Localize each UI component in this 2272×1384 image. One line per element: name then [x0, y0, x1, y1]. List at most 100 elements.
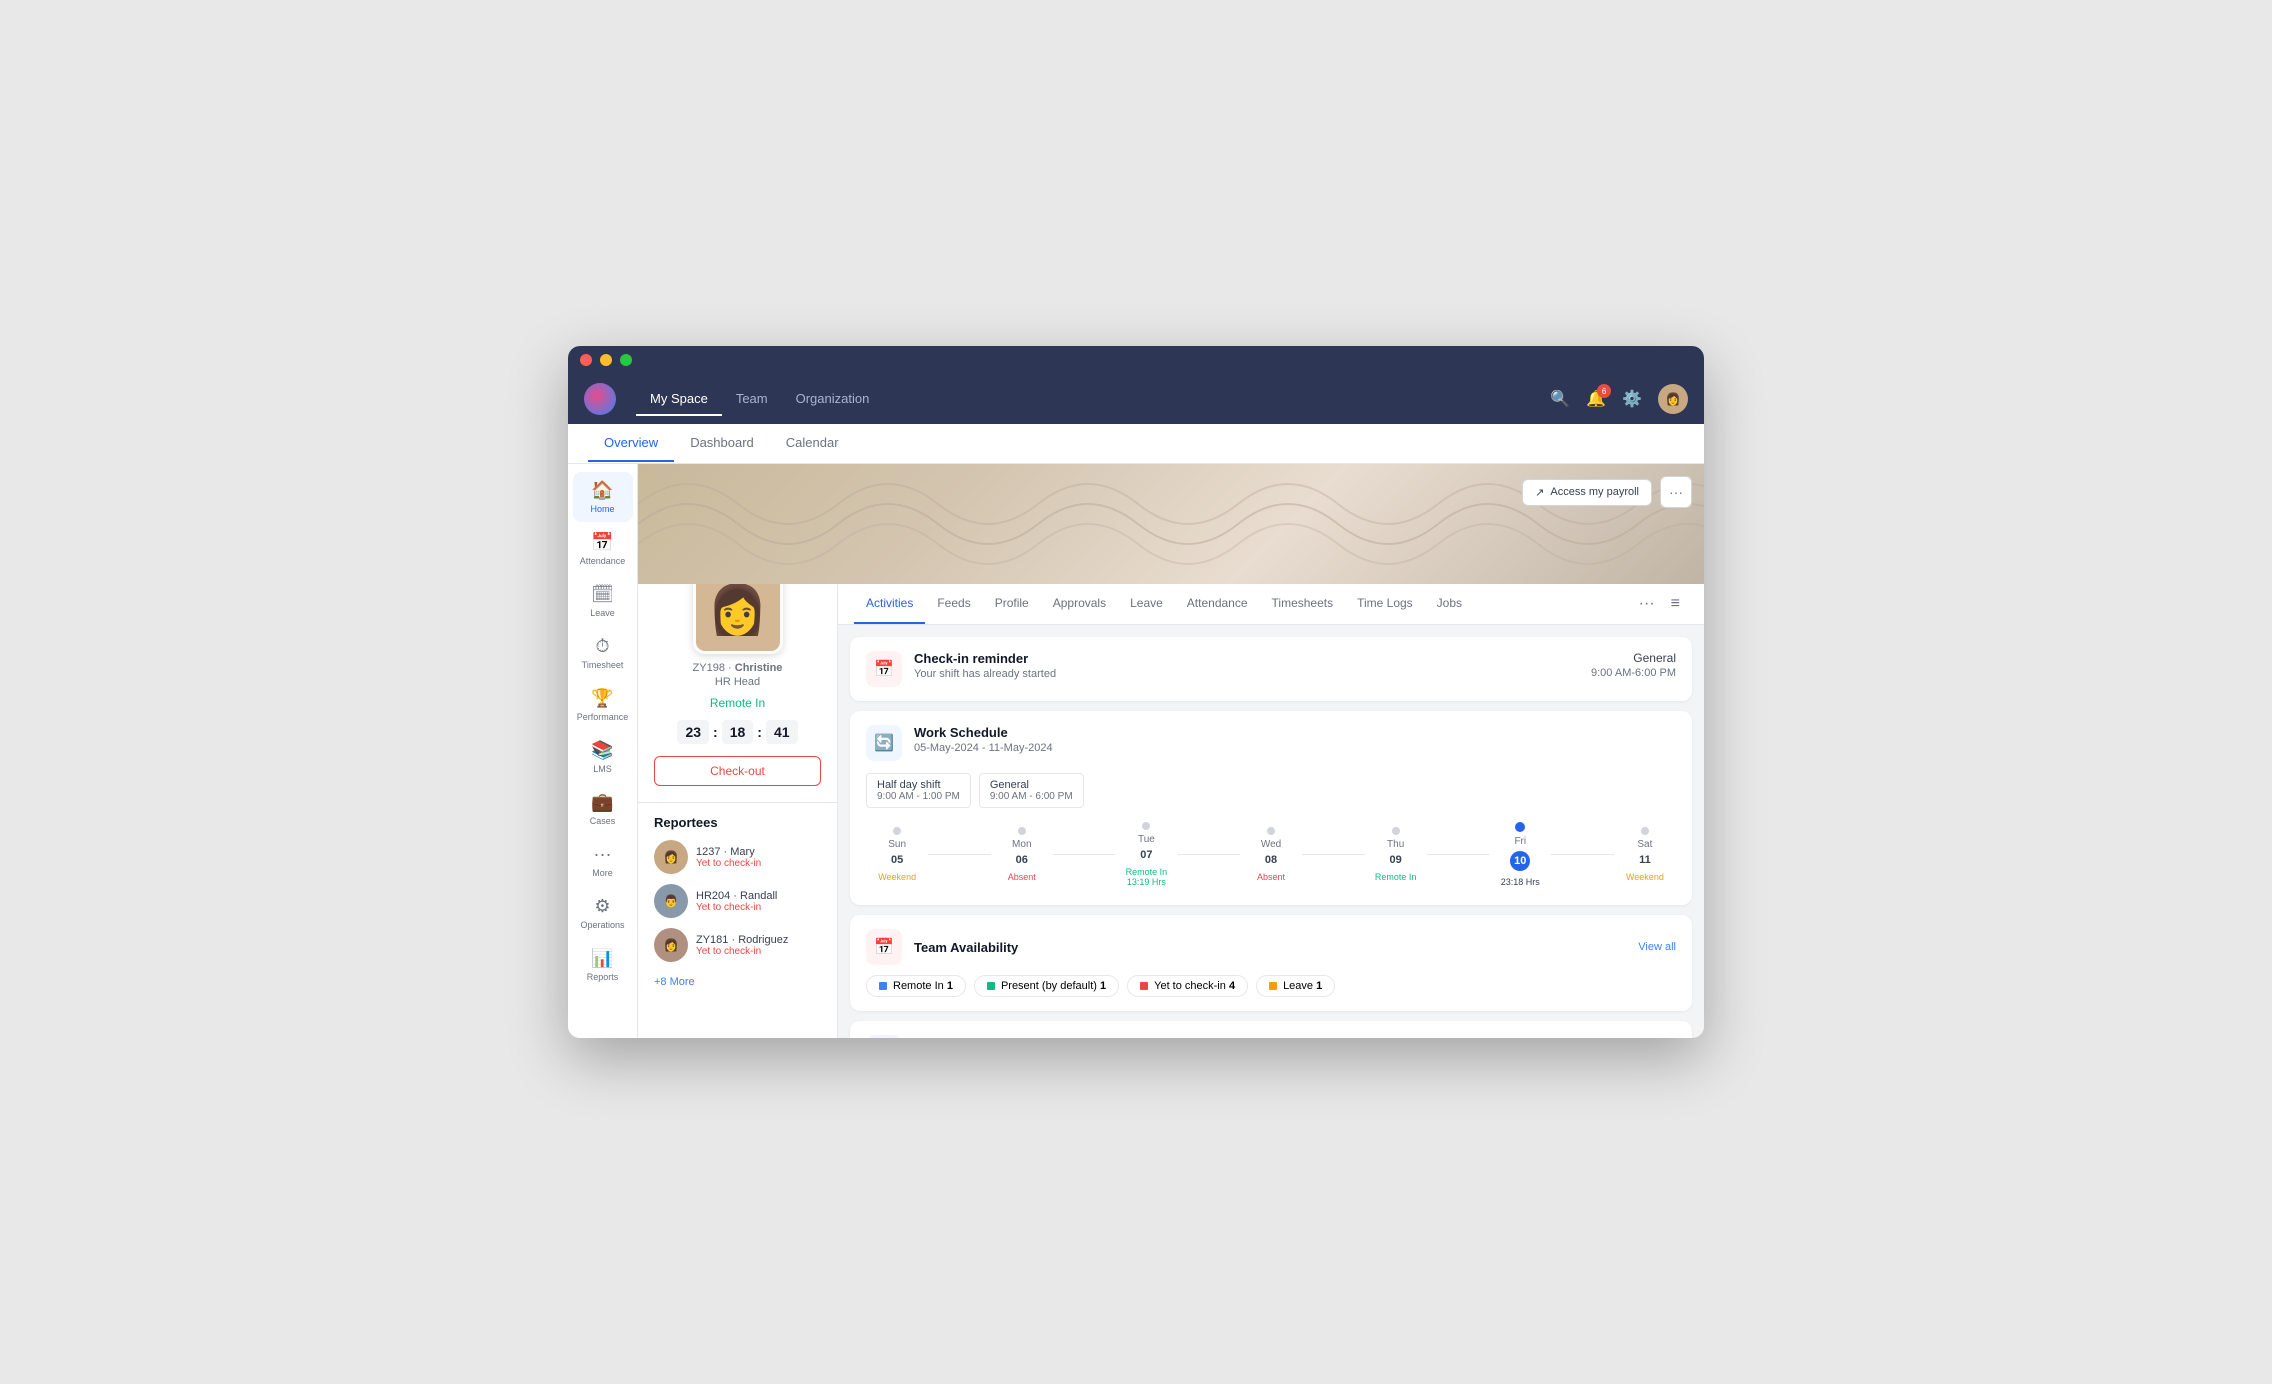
day-status-fri: 23:18 Hrs: [1501, 877, 1540, 887]
nav-team[interactable]: Team: [722, 383, 782, 416]
sidebar-item-lms[interactable]: 📚 LMS: [573, 732, 633, 782]
tab-timesheets[interactable]: Timesheets: [1260, 584, 1346, 624]
shift-tag-1: General 9:00 AM - 6:00 PM: [979, 773, 1084, 808]
team-avail-left: 📅 Team Availability: [866, 929, 1018, 965]
profile-right-panel: Activities Feeds Profile Approvals Leave…: [838, 584, 1704, 1038]
checkin-card-header: 📅 Check-in reminder Your shift has alrea…: [866, 651, 1676, 687]
avail-label-leave: Leave 1: [1283, 980, 1322, 992]
more-reportees-link[interactable]: +8 More: [654, 972, 821, 992]
sidebar-item-reports[interactable]: 📊 Reports: [573, 940, 633, 990]
day-status-mon: Absent: [1008, 872, 1036, 882]
tabs-filter-button[interactable]: ≡: [1663, 587, 1688, 621]
tab-jobs[interactable]: Jobs: [1425, 584, 1474, 624]
minimize-btn[interactable]: [600, 354, 612, 366]
sidebar-item-more[interactable]: ··· More: [573, 836, 633, 886]
settings-icon[interactable]: ⚙️: [1622, 389, 1642, 409]
day-label-sat: Sat: [1637, 839, 1652, 850]
work-schedule-card: 🔄 Work Schedule 05-May-2024 - 11-May-202…: [850, 711, 1692, 905]
list-item: 👩 ZY181 · Rodriguez Yet to check-in: [654, 928, 821, 962]
holidays-left: 🌴 Upcoming Holidays: [866, 1035, 1035, 1038]
team-avail-tags: Remote In 1 Present (by default) 1 Yet t…: [866, 975, 1676, 997]
top-actions: 🔍 🔔 6 ⚙️ 👩: [1550, 384, 1688, 414]
checkout-button[interactable]: Check-out: [654, 756, 821, 786]
day-col-sun: Sun 05 Weekend: [866, 823, 928, 886]
profile-banner: ↗ Access my payroll ···: [638, 464, 1704, 584]
user-avatar[interactable]: 👩: [1658, 384, 1688, 414]
tab-calendar[interactable]: Calendar: [770, 425, 855, 462]
more-icon: ···: [594, 844, 612, 865]
tab-activities[interactable]: Activities: [854, 584, 925, 624]
nav-my-space[interactable]: My Space: [636, 383, 722, 416]
tab-profile[interactable]: Profile: [983, 584, 1041, 624]
tab-timelogs[interactable]: Time Logs: [1345, 584, 1425, 624]
list-item: 👨 HR204 · Randall Yet to check-in: [654, 884, 821, 918]
tabs-more-button[interactable]: ···: [1631, 587, 1663, 621]
avail-dot-yet-checkin: [1140, 982, 1148, 990]
hours-block: 23: [677, 720, 709, 744]
time-display: 23 : 18 : 41: [677, 720, 797, 744]
tab-leave[interactable]: Leave: [1118, 584, 1175, 624]
activities-content: 📅 Check-in reminder Your shift has alrea…: [838, 625, 1704, 1038]
shift-name: General: [1591, 651, 1676, 665]
attendance-icon: 📅: [591, 532, 613, 553]
day-col-tue: Tue 07 Remote In13:19 Hrs: [1115, 818, 1177, 891]
payroll-button[interactable]: ↗ Access my payroll: [1522, 479, 1652, 506]
tab-overview[interactable]: Overview: [588, 425, 674, 462]
schedule-card-header: 🔄 Work Schedule 05-May-2024 - 11-May-202…: [866, 725, 1676, 761]
activity-tabs-bar: Activities Feeds Profile Approvals Leave…: [838, 584, 1704, 625]
team-avail-title: Team Availability: [914, 940, 1018, 955]
performance-icon: 🏆: [591, 688, 613, 709]
sidebar-item-attendance[interactable]: 📅 Attendance: [573, 524, 633, 574]
titlebar: [568, 346, 1704, 374]
app-logo: [584, 383, 616, 415]
day-dot-wed: [1267, 827, 1275, 835]
sidebar-item-leave[interactable]: 🗓 Leave: [573, 576, 633, 626]
reportee-avatar-1: 👨: [654, 884, 688, 918]
week-timeline: Sun 05 Weekend Mon 06: [866, 818, 1676, 891]
day-dot-mon: [1018, 827, 1026, 835]
avail-tag-present: Present (by default) 1: [974, 975, 1119, 997]
minutes-block: 18: [722, 720, 754, 744]
tab-approvals[interactable]: Approvals: [1041, 584, 1118, 624]
sidebar-item-performance[interactable]: 🏆 Performance: [573, 680, 633, 730]
search-icon[interactable]: 🔍: [1550, 389, 1570, 409]
timeline-line-2: [1053, 854, 1115, 855]
tab-dashboard[interactable]: Dashboard: [674, 425, 770, 462]
reportee-info-1: HR204 · Randall Yet to check-in: [696, 890, 777, 913]
sidebar-label-operations: Operations: [580, 920, 624, 930]
sidebar-label-home: Home: [590, 504, 614, 514]
day-col-wed: Wed 08 Absent: [1240, 823, 1302, 886]
checkin-title: Check-in reminder: [914, 651, 1579, 666]
shift-tag-0: Half day shift 9:00 AM - 1:00 PM: [866, 773, 971, 808]
time-sep-1: :: [713, 724, 718, 740]
top-navigation: My Space Team Organization 🔍 🔔 6 ⚙️ 👩: [568, 374, 1704, 424]
maximize-btn[interactable]: [620, 354, 632, 366]
payroll-icon: ↗: [1535, 486, 1544, 499]
banner-more-button[interactable]: ···: [1660, 476, 1692, 508]
notifications-icon[interactable]: 🔔 6: [1586, 389, 1606, 409]
day-num-sun: 05: [891, 854, 903, 866]
day-label-wed: Wed: [1261, 839, 1281, 850]
close-btn[interactable]: [580, 354, 592, 366]
tab-attendance[interactable]: Attendance: [1175, 584, 1260, 624]
timesheet-icon: ⏱: [595, 636, 609, 657]
team-avail-view-all[interactable]: View all: [1638, 941, 1676, 953]
day-dot-sat: [1641, 827, 1649, 835]
reportees-section: Reportees 👩 1237 · Mary Yet to check-in: [638, 802, 837, 1004]
sidebar-item-operations[interactable]: ⚙ Operations: [573, 888, 633, 938]
day-status-sun: Weekend: [878, 872, 916, 882]
schedule-date-range: 05-May-2024 - 11-May-2024: [914, 742, 1676, 754]
sidebar-item-timesheet[interactable]: ⏱ Timesheet: [573, 628, 633, 678]
day-label-thu: Thu: [1387, 839, 1404, 850]
cases-icon: 💼: [591, 792, 613, 813]
sidebar-item-cases[interactable]: 💼 Cases: [573, 784, 633, 834]
sidebar-item-home[interactable]: 🏠 Home: [573, 472, 633, 522]
profile-card: 👩 ZY198 · Christine HR Head Remote In 23…: [638, 584, 837, 802]
nav-organization[interactable]: Organization: [782, 383, 884, 416]
shift-time: 9:00 AM-6:00 PM: [1591, 667, 1676, 679]
sidebar: 🏠 Home 📅 Attendance 🗓 Leave ⏱ Timesheet …: [568, 464, 638, 1038]
tab-feeds[interactable]: Feeds: [925, 584, 982, 624]
timeline-line-6: [1551, 854, 1613, 855]
day-col-sat: Sat 11 Weekend: [1614, 823, 1676, 886]
upcoming-holidays-card: 🌴 Upcoming Holidays Christmas 25 - Dec, …: [850, 1021, 1692, 1038]
